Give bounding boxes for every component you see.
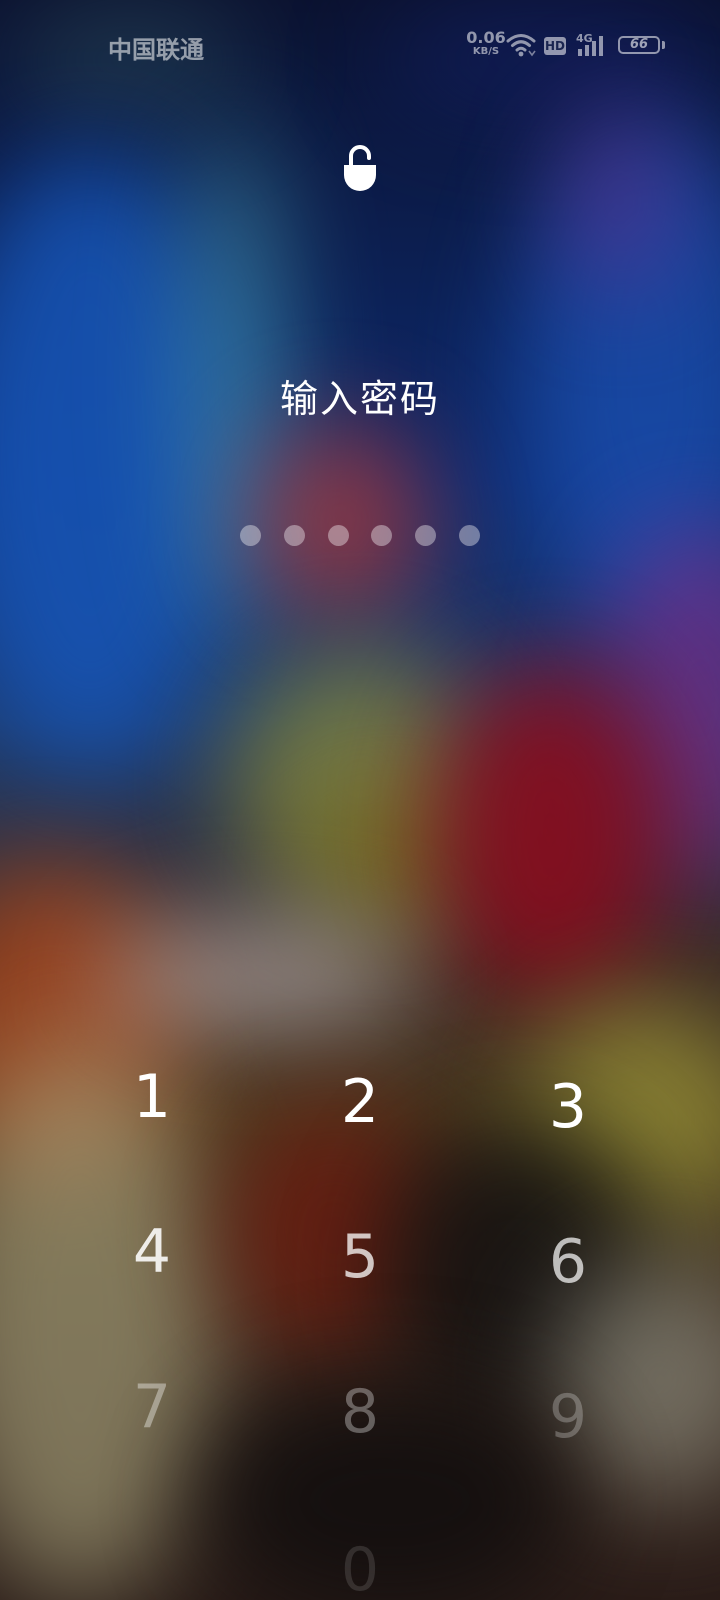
pin-dot	[371, 525, 393, 546]
network-speed-unit: KB/S	[472, 46, 500, 57]
pin-dot	[283, 525, 305, 546]
keypad-key-5[interactable]: 5	[280, 1197, 440, 1317]
password-prompt: 输入密码	[279, 377, 440, 421]
keypad-key-7[interactable]: 7	[72, 1347, 232, 1467]
pin-dot	[240, 525, 261, 546]
keypad-key-2[interactable]: 2	[280, 1042, 440, 1162]
keypad-key-3[interactable]: 3	[488, 1047, 648, 1167]
status-bar: 中国联通 0.06 KB/S HD 4G 66	[0, 0, 720, 92]
keypad-key-4[interactable]: 4	[72, 1192, 232, 1312]
numeric-keypad: 1 2 3 4 5 6 7 8 9 0	[0, 1030, 720, 1600]
battery-icon: 66	[618, 36, 660, 54]
wifi-icon	[506, 34, 536, 57]
keypad-key-1[interactable]: 1	[72, 1037, 232, 1157]
battery-tip	[662, 41, 665, 49]
hd-icon: HD	[544, 37, 566, 55]
network-speed-value: 0.06	[466, 28, 506, 47]
pin-dot	[327, 525, 349, 546]
keypad-key-6[interactable]: 6	[488, 1202, 648, 1322]
keypad-key-0[interactable]: 0	[280, 1510, 440, 1600]
pin-indicator	[240, 525, 480, 547]
keypad-key-9[interactable]: 9	[488, 1357, 648, 1477]
carrier-name: 中国联通	[108, 36, 204, 64]
keypad-key-8[interactable]: 8	[280, 1352, 440, 1472]
pin-dot	[458, 525, 480, 546]
signal-icon	[578, 36, 603, 56]
network-speed: 0.06 KB/S	[466, 30, 506, 57]
pin-dot	[415, 525, 437, 546]
unlock-icon	[344, 145, 376, 191]
